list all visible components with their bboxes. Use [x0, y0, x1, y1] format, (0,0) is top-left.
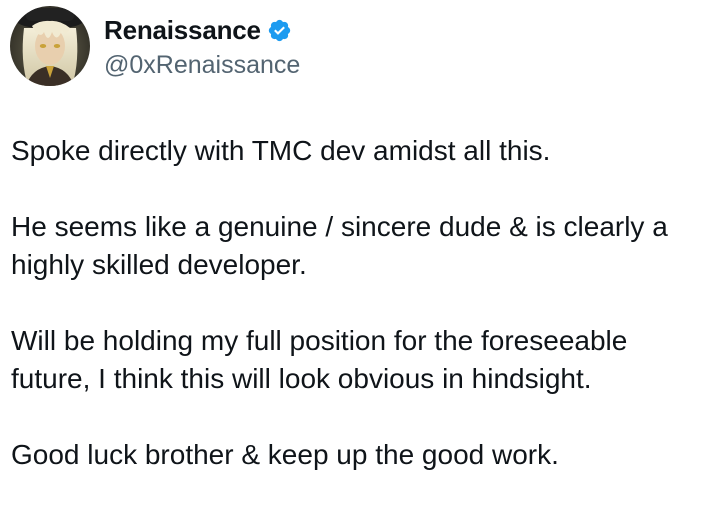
tweet-paragraph: Good luck brother & keep up the good wor…	[11, 439, 559, 470]
tweet-paragraph: Will be holding my full position for the…	[11, 325, 636, 394]
author-handle[interactable]: @0xRenaissance	[104, 51, 300, 80]
anime-character-avatar-icon	[10, 6, 90, 86]
avatar[interactable]	[10, 6, 90, 86]
display-name[interactable]: Renaissance	[104, 15, 261, 46]
name-row: Renaissance	[104, 13, 300, 49]
tweet-text: Spoke directly with TMC dev amidst all t…	[11, 132, 711, 474]
author-names: Renaissance @0xRenaissance	[104, 13, 300, 80]
verified-badge-icon	[267, 18, 292, 43]
tweet-paragraph: He seems like a genuine / sincere dude &…	[11, 211, 676, 280]
tweet-paragraph: Spoke directly with TMC dev amidst all t…	[11, 135, 551, 166]
tweet-card: Renaissance @0xRenaissance Spoke directl…	[0, 0, 716, 530]
tweet-header: Renaissance @0xRenaissance	[10, 6, 300, 86]
